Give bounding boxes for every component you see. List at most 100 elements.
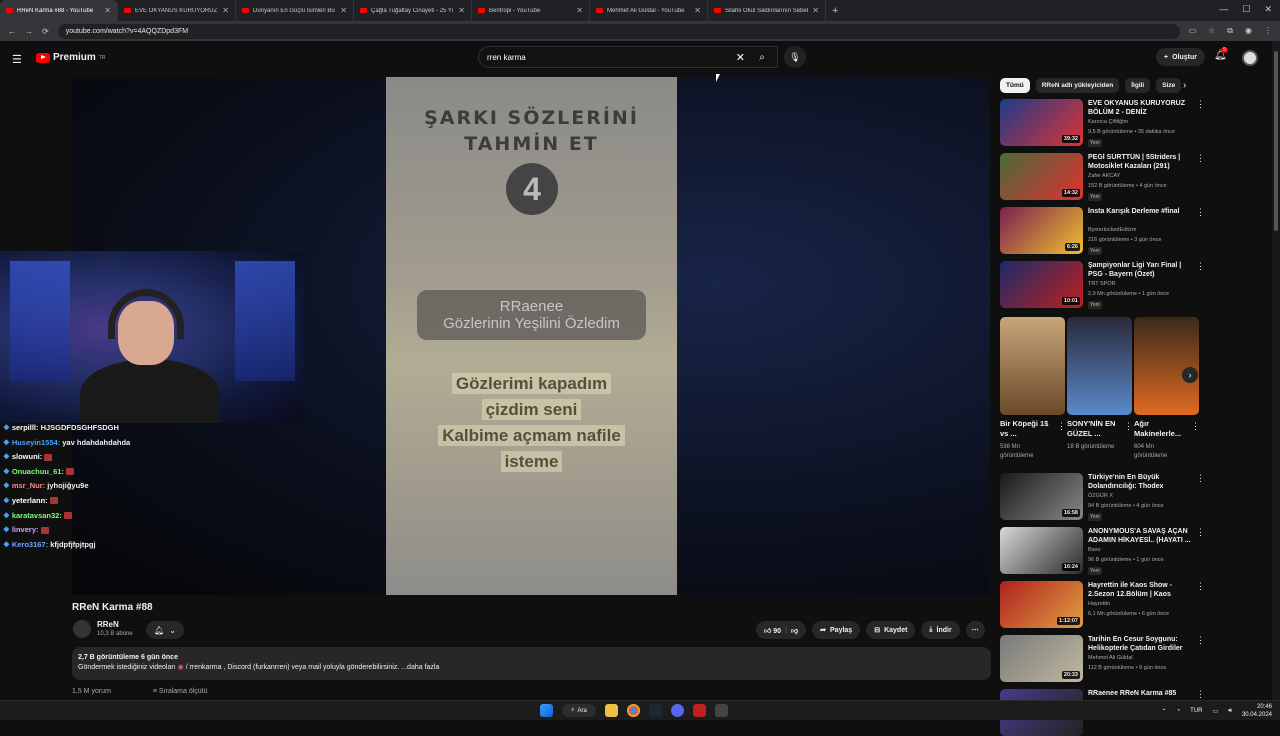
video-thumbnail[interactable]: 14:32: [1000, 153, 1083, 200]
share-button[interactable]: ➦ Paylaş: [812, 621, 861, 639]
maximize-icon[interactable]: ☐: [1242, 4, 1250, 15]
channel-name[interactable]: Hayrettin: [1088, 601, 1110, 607]
more-options-icon[interactable]: ⋮: [1196, 635, 1205, 646]
browser-tab[interactable]: Dünyanın En Güçlü İsimleri Bu ✕: [236, 0, 354, 21]
browser-tab[interactable]: Çağla Tuğaltay Cinayeti - 25 Yıl ✕: [354, 0, 472, 21]
profile-icon[interactable]: ◉: [1245, 26, 1252, 36]
video-thumbnail[interactable]: 10:01: [1000, 261, 1083, 308]
description-box[interactable]: 2,7 B görüntüleme 6 gün önce Göndermek i…: [72, 647, 991, 680]
short-thumbnail[interactable]: [1000, 317, 1065, 415]
windows-start-icon[interactable]: [540, 704, 553, 717]
more-options-icon[interactable]: ⋮: [1196, 99, 1205, 110]
url-field[interactable]: youtube.com/watch?v=4AQQZDpd3FM: [57, 23, 1180, 39]
video-thumbnail[interactable]: 20:33: [1000, 635, 1083, 682]
more-actions-button[interactable]: ⋯: [965, 621, 985, 639]
channel-name[interactable]: RReN: [97, 620, 119, 629]
sort-button[interactable]: ≡ Sıralama ölçütü: [153, 688, 208, 695]
download-button[interactable]: ⤓ İndir: [921, 621, 960, 639]
close-window-icon[interactable]: ✕: [1264, 4, 1272, 15]
video-thumbnail[interactable]: 39:32: [1000, 99, 1083, 146]
recommended-video[interactable]: 1:12:07 Hayrettin ile Kaos Show - 2.Sezon…: [1000, 581, 1205, 633]
language-indicator[interactable]: TUR: [1190, 708, 1202, 714]
close-tab-icon[interactable]: ✕: [812, 6, 819, 15]
taskbar-search[interactable]: ⌕ Ara: [562, 704, 596, 717]
more-options-icon[interactable]: ⋮: [1196, 689, 1205, 700]
notifications-button[interactable]: 🔔︎ 9: [1214, 47, 1228, 61]
short-title[interactable]: SONY'NİN EN GÜZEL ...: [1067, 419, 1122, 439]
browser-tab[interactable]: EVE OKYANUS KURUYORUZ Bölüm 2 ✕: [118, 0, 236, 21]
voice-search-button[interactable]: 🎙︎: [784, 46, 806, 68]
channel-name[interactable]: Karınca Çiftliğim: [1088, 119, 1128, 125]
short-title[interactable]: Bir Köpeği 1$ vs ...: [1000, 419, 1055, 439]
monitor-icon[interactable]: ▭: [1213, 708, 1219, 715]
clock[interactable]: 20:46 30.04.2024: [1242, 703, 1272, 719]
more-options-icon[interactable]: ⋮: [1191, 421, 1200, 432]
channel-name[interactable]: BysterlockedEditzm: [1088, 227, 1136, 233]
recommended-video[interactable]: 20:33 Tarihin En Cesur Soygunu: Helikopte…: [1000, 635, 1205, 687]
page-scrollbar[interactable]: [1272, 41, 1280, 700]
close-tab-icon[interactable]: ✕: [576, 6, 583, 15]
account-avatar[interactable]: [1242, 50, 1258, 66]
video-thumbnail[interactable]: 6:26: [1000, 207, 1083, 254]
more-options-icon[interactable]: ⋮: [1196, 261, 1205, 272]
chrome-icon[interactable]: [627, 704, 640, 717]
browser-tab[interactable]: Bentropi - YouTube ✕: [472, 0, 590, 21]
steam-icon[interactable]: [649, 704, 662, 717]
chips-next-icon[interactable]: ›: [1183, 80, 1186, 91]
filter-chip[interactable]: İlgili: [1125, 78, 1151, 93]
browser-tab[interactable]: Silahlı Okul Saldırılarının Sebebi ✕: [708, 0, 826, 21]
recommended-video[interactable]: 6:26 İnsta Karışık Derleme #final Bysterlo…: [1000, 207, 1205, 259]
video-thumbnail[interactable]: 16:58: [1000, 473, 1083, 520]
cast-icon[interactable]: ▭: [1189, 26, 1197, 36]
channel-name[interactable]: Mehmet Ali Güldal: [1088, 655, 1133, 661]
channel-name[interactable]: Baso: [1088, 547, 1101, 553]
dislike-icon[interactable]: 👎︎: [791, 626, 798, 635]
more-options-icon[interactable]: ⋮: [1196, 153, 1205, 164]
video-thumbnail[interactable]: 16:24: [1000, 527, 1083, 574]
more-options-icon[interactable]: ⋮: [1196, 207, 1205, 218]
short-thumbnail[interactable]: [1134, 317, 1199, 415]
channel-name[interactable]: Zafer AKCAY: [1088, 173, 1120, 179]
tray-arrow-icon[interactable]: ⌃: [1162, 708, 1167, 715]
more-options-icon[interactable]: ⋮: [1124, 421, 1133, 432]
more-options-icon[interactable]: ⋮: [1196, 473, 1205, 484]
more-options-icon[interactable]: ⋮: [1196, 581, 1205, 592]
like-button[interactable]: 👍︎ 90: [764, 626, 781, 635]
filter-chip[interactable]: Tümü: [1000, 78, 1030, 93]
youtube-logo[interactable]: Premium TR: [36, 52, 105, 63]
reload-icon[interactable]: ⟳: [42, 27, 49, 36]
short-thumbnail[interactable]: [1067, 317, 1132, 415]
channel-name[interactable]: ÖZGÜR X: [1088, 493, 1113, 499]
extensions-icon[interactable]: ⧉: [1227, 26, 1233, 36]
app-icon[interactable]: [693, 704, 706, 717]
video-thumbnail[interactable]: 1:12:07: [1000, 581, 1083, 628]
save-button[interactable]: ⊟ Kaydet: [866, 621, 916, 639]
instagram-link[interactable]: / rrenkarma: [186, 664, 222, 671]
app-icon[interactable]: [715, 704, 728, 717]
close-tab-icon[interactable]: ✕: [694, 6, 701, 15]
file-explorer-icon[interactable]: [605, 704, 618, 717]
recommended-video[interactable]: 10:01 Şampiyonlar Ligi Yarı Final | PSG -…: [1000, 261, 1205, 313]
search-button[interactable]: ⌕: [746, 46, 778, 68]
more-options-icon[interactable]: ⋮: [1057, 421, 1066, 432]
recommended-video[interactable]: 16:58 Türkiye'nin En Büyük Dolandırıcılığ…: [1000, 473, 1205, 525]
more-options-icon[interactable]: ⋮: [1196, 527, 1205, 538]
back-icon[interactable]: ←: [8, 27, 16, 36]
short-title[interactable]: Ağır Makinelerle...: [1134, 419, 1189, 439]
discord-icon[interactable]: [671, 704, 684, 717]
close-tab-icon[interactable]: ✕: [104, 6, 111, 15]
browser-tab[interactable]: Mehmet Ali Güldal - YouTube ✕: [590, 0, 708, 21]
channel-avatar[interactable]: [73, 620, 91, 638]
new-tab-icon[interactable]: +: [832, 5, 838, 17]
filter-chip[interactable]: RReN adlı yükleyiciden: [1035, 78, 1120, 93]
channel-name[interactable]: TRT SPOR: [1088, 281, 1116, 287]
recommended-video[interactable]: 16:24 ANONYMOUS'A SAVAŞ AÇAN ADAMIN HİKAY…: [1000, 527, 1205, 579]
scrollbar-thumb[interactable]: [1274, 51, 1278, 231]
video-frame[interactable]: ŞARKI SÖZLERİNİ TAHMİN ET 4 RRaenee Gözl…: [386, 77, 677, 595]
close-tab-icon[interactable]: ✕: [458, 6, 465, 15]
volume-icon[interactable]: 🔊︎: [1228, 708, 1232, 715]
search-input[interactable]: rren karma ✕: [478, 46, 778, 68]
subscription-bell-button[interactable]: 🔔︎ ⌄: [146, 621, 184, 639]
recommended-video[interactable]: 14:32 PEGİ SÜRTTÜN | 5Striders | Motosikl…: [1000, 153, 1205, 205]
create-button[interactable]: + Oluştur: [1156, 48, 1205, 66]
